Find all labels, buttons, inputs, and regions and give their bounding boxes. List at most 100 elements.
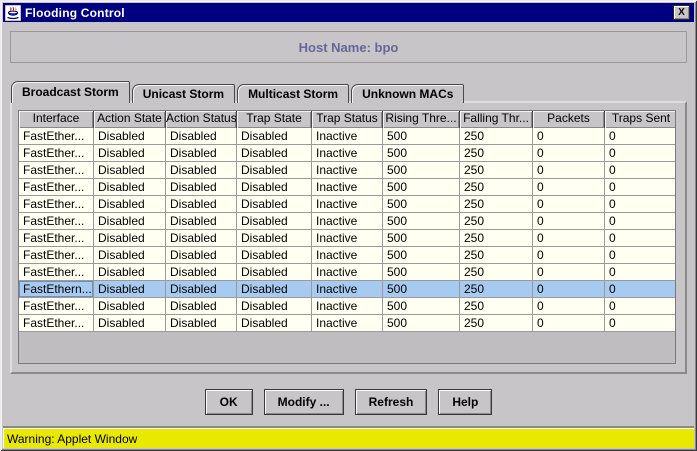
table-cell[interactable]: Disabled [166,145,237,162]
table-cell[interactable]: Disabled [94,281,166,298]
table-cell[interactable]: 0 [533,145,605,162]
table-cell[interactable]: FastEther... [19,315,94,332]
table-cell[interactable]: Disabled [237,247,312,264]
column-header-action-status[interactable]: Action Status [166,111,237,128]
table-cell[interactable]: 0 [605,145,676,162]
table-cell[interactable]: 500 [383,315,460,332]
table-cell[interactable]: Disabled [166,281,237,298]
table-cell[interactable]: 500 [383,281,460,298]
table-cell[interactable]: Disabled [237,264,312,281]
column-header-traps-sent[interactable]: Traps Sent [605,111,676,128]
table-row[interactable]: FastEther...DisabledDisabledDisabledInac… [19,162,675,179]
table-cell[interactable]: Inactive [312,264,383,281]
table-row[interactable]: FastEther...DisabledDisabledDisabledInac… [19,128,675,145]
table-row[interactable]: FastEther...DisabledDisabledDisabledInac… [19,264,675,281]
table-cell[interactable]: Inactive [312,315,383,332]
table-cell[interactable]: FastEther... [19,264,94,281]
table-cell[interactable]: Disabled [166,264,237,281]
table-cell[interactable]: FastEther... [19,247,94,264]
table-cell[interactable]: Disabled [166,230,237,247]
table-cell[interactable]: Disabled [166,179,237,196]
table-cell[interactable]: Inactive [312,213,383,230]
table-cell[interactable]: Inactive [312,145,383,162]
table-cell[interactable]: Inactive [312,281,383,298]
table-cell[interactable]: 0 [533,196,605,213]
table-cell[interactable]: Disabled [94,145,166,162]
close-button[interactable]: X [673,5,690,20]
table-cell[interactable]: 500 [383,179,460,196]
table-cell[interactable]: Disabled [237,145,312,162]
table-row[interactable]: FastEther...DisabledDisabledDisabledInac… [19,179,675,196]
table-cell[interactable]: Disabled [94,162,166,179]
table-cell[interactable]: Disabled [166,315,237,332]
table-cell[interactable]: Disabled [94,179,166,196]
table-cell[interactable]: FastEther... [19,162,94,179]
table-row[interactable]: FastEther...DisabledDisabledDisabledInac… [19,315,675,332]
table-cell[interactable]: 500 [383,196,460,213]
table-cell[interactable]: 0 [605,162,676,179]
table-cell[interactable]: 250 [460,247,533,264]
table-cell[interactable]: Disabled [94,264,166,281]
table-cell[interactable]: Disabled [166,196,237,213]
table-cell[interactable]: Disabled [94,196,166,213]
table-cell[interactable]: 250 [460,230,533,247]
table-cell[interactable]: FastEther... [19,145,94,162]
table-cell[interactable]: 0 [533,298,605,315]
table-cell[interactable]: Disabled [237,179,312,196]
table-cell[interactable]: Inactive [312,230,383,247]
table-cell[interactable]: 0 [605,281,676,298]
table-cell[interactable]: 0 [605,230,676,247]
table-cell[interactable]: FastEther... [19,230,94,247]
table-cell[interactable]: FastEther... [19,213,94,230]
table-cell[interactable]: Disabled [166,247,237,264]
table-cell[interactable]: 0 [533,179,605,196]
table-cell[interactable]: 250 [460,196,533,213]
table-cell[interactable]: Inactive [312,128,383,145]
table-cell[interactable]: 250 [460,298,533,315]
table-cell[interactable]: 250 [460,179,533,196]
table-row[interactable]: FastEthern...DisabledDisabledDisabledIna… [19,281,675,298]
table-cell[interactable]: 0 [605,315,676,332]
table-cell[interactable]: Disabled [237,281,312,298]
table-cell[interactable]: Inactive [312,179,383,196]
column-header-falling-thr[interactable]: Falling Thr... [460,111,533,128]
table-cell[interactable]: 0 [605,213,676,230]
column-header-interface[interactable]: Interface [19,111,94,128]
table-cell[interactable]: 250 [460,315,533,332]
table-cell[interactable]: 250 [460,281,533,298]
table-cell[interactable]: 0 [605,298,676,315]
table-cell[interactable]: 0 [533,230,605,247]
table-cell[interactable]: 0 [605,247,676,264]
table-cell[interactable]: Disabled [94,315,166,332]
table-cell[interactable]: 0 [605,196,676,213]
table-cell[interactable]: Disabled [94,298,166,315]
table-cell[interactable]: Inactive [312,298,383,315]
table-cell[interactable]: 250 [460,213,533,230]
table-cell[interactable]: 0 [533,213,605,230]
table-cell[interactable]: 500 [383,213,460,230]
table-cell[interactable]: 0 [533,315,605,332]
table-cell[interactable]: 500 [383,128,460,145]
table-cell[interactable]: Inactive [312,247,383,264]
table-cell[interactable]: Disabled [94,213,166,230]
table-cell[interactable]: 250 [460,162,533,179]
table-cell[interactable]: 250 [460,128,533,145]
table-row[interactable]: FastEther...DisabledDisabledDisabledInac… [19,298,675,315]
title-bar[interactable]: Flooding Control X [3,3,694,22]
table-cell[interactable]: Disabled [94,230,166,247]
column-header-trap-status[interactable]: Trap Status [312,111,383,128]
column-header-trap-state[interactable]: Trap State [237,111,312,128]
table-cell[interactable]: 0 [533,162,605,179]
table-cell[interactable]: Disabled [166,162,237,179]
table-cell[interactable]: 500 [383,264,460,281]
table-row[interactable]: FastEther...DisabledDisabledDisabledInac… [19,230,675,247]
table-cell[interactable]: Disabled [94,247,166,264]
tab-multicast-storm[interactable]: Multicast Storm [237,84,349,103]
table-cell[interactable]: 0 [533,247,605,264]
table-cell[interactable]: Disabled [237,315,312,332]
column-header-packets[interactable]: Packets [533,111,605,128]
table-cell[interactable]: 500 [383,247,460,264]
table-cell[interactable]: FastEthern... [19,281,94,298]
table-cell[interactable]: Disabled [237,230,312,247]
table-cell[interactable]: Disabled [237,298,312,315]
